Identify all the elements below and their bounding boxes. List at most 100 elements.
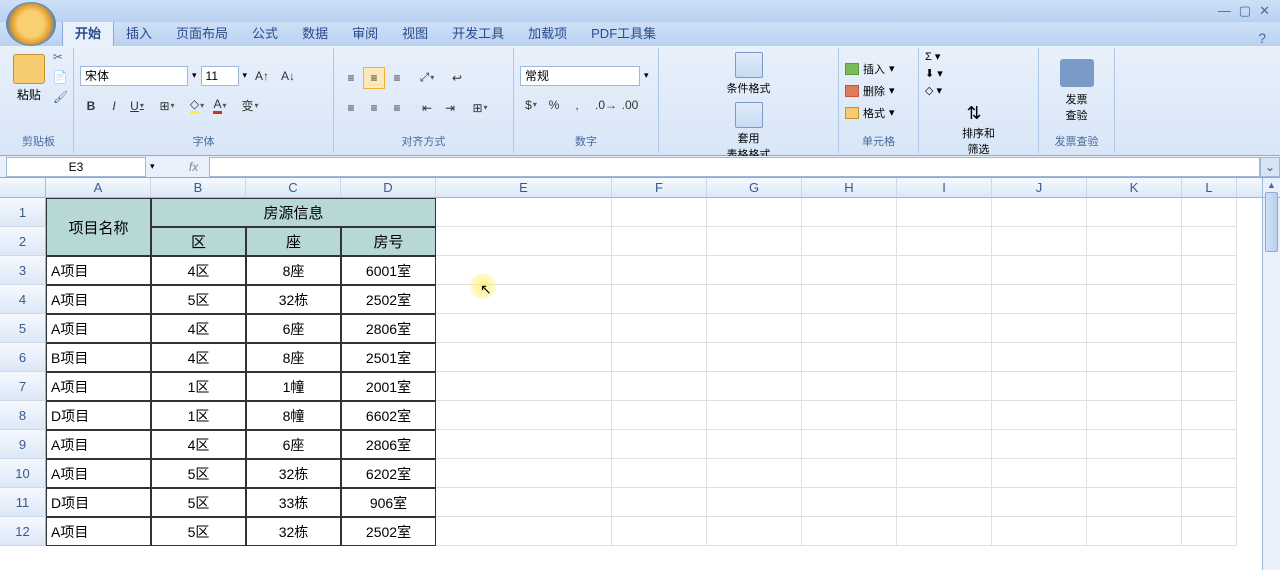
- cell[interactable]: [436, 285, 612, 314]
- fill-color-button[interactable]: ◇: [186, 95, 208, 117]
- col-header-G[interactable]: G: [707, 178, 802, 197]
- tab-审阅[interactable]: 审阅: [340, 19, 390, 46]
- cell[interactable]: [436, 372, 612, 401]
- number-format-input[interactable]: [520, 66, 640, 86]
- increase-indent-icon[interactable]: ⇥: [439, 97, 461, 119]
- cell[interactable]: [707, 459, 802, 488]
- format-cells-button[interactable]: 格式 ▾: [845, 104, 912, 122]
- cell[interactable]: [992, 517, 1087, 546]
- cell[interactable]: [436, 343, 612, 372]
- col-header-A[interactable]: A: [46, 178, 151, 197]
- cell[interactable]: [707, 343, 802, 372]
- cell[interactable]: [992, 227, 1087, 256]
- cell[interactable]: 区: [151, 227, 246, 256]
- row-header-7[interactable]: 7: [0, 372, 46, 401]
- font-name-input[interactable]: [80, 66, 188, 86]
- conditional-format-button[interactable]: 条件格式: [665, 50, 832, 98]
- percent-icon[interactable]: %: [543, 94, 565, 116]
- cell[interactable]: 2502室: [341, 517, 436, 546]
- tab-PDF工具集[interactable]: PDF工具集: [579, 19, 668, 46]
- row-header-3[interactable]: 3: [0, 256, 46, 285]
- cell[interactable]: 32栋: [246, 459, 341, 488]
- cell[interactable]: [436, 430, 612, 459]
- restore-icon[interactable]: ▢: [1239, 3, 1251, 19]
- row-header-10[interactable]: 10: [0, 459, 46, 488]
- wrap-text-icon[interactable]: ↩: [446, 67, 468, 89]
- border-button[interactable]: ⊞: [156, 95, 178, 117]
- cell[interactable]: [802, 488, 897, 517]
- cell[interactable]: 8座: [246, 343, 341, 372]
- cell[interactable]: [897, 517, 992, 546]
- cell[interactable]: [897, 314, 992, 343]
- row-header-6[interactable]: 6: [0, 343, 46, 372]
- office-button[interactable]: [6, 2, 56, 46]
- cell[interactable]: [1182, 372, 1237, 401]
- delete-cells-button[interactable]: 删除 ▾: [845, 82, 912, 100]
- italic-button[interactable]: I: [103, 95, 125, 117]
- cell[interactable]: [897, 459, 992, 488]
- cell[interactable]: 2806室: [341, 314, 436, 343]
- cell[interactable]: [802, 285, 897, 314]
- fx-icon[interactable]: fx: [185, 160, 203, 174]
- cell[interactable]: [897, 256, 992, 285]
- scroll-thumb[interactable]: [1265, 192, 1278, 252]
- cell[interactable]: [1087, 430, 1182, 459]
- cell[interactable]: [1182, 198, 1237, 227]
- row-header-9[interactable]: 9: [0, 430, 46, 459]
- paste-button[interactable]: 粘贴: [9, 50, 49, 131]
- tab-数据[interactable]: 数据: [290, 19, 340, 46]
- cell[interactable]: [897, 372, 992, 401]
- cell[interactable]: [1087, 343, 1182, 372]
- col-header-F[interactable]: F: [612, 178, 707, 197]
- cell[interactable]: 2502室: [341, 285, 436, 314]
- cell[interactable]: [707, 285, 802, 314]
- cell[interactable]: [897, 285, 992, 314]
- cell[interactable]: [436, 198, 612, 227]
- cell[interactable]: [612, 401, 707, 430]
- cell[interactable]: [992, 401, 1087, 430]
- cell[interactable]: A项目: [46, 256, 151, 285]
- cell[interactable]: [436, 488, 612, 517]
- cell[interactable]: [802, 227, 897, 256]
- align-top-icon[interactable]: ≡: [340, 67, 362, 89]
- cell[interactable]: [1087, 401, 1182, 430]
- cell[interactable]: B项目: [46, 343, 151, 372]
- cell[interactable]: [707, 430, 802, 459]
- cell[interactable]: [436, 227, 612, 256]
- help-icon[interactable]: ?: [1258, 30, 1280, 46]
- size-dropdown-icon[interactable]: ▾: [243, 70, 248, 81]
- cell[interactable]: [897, 488, 992, 517]
- cell[interactable]: [802, 314, 897, 343]
- cell[interactable]: [707, 314, 802, 343]
- cell[interactable]: [802, 256, 897, 285]
- invoice-check-button[interactable]: 发票 查验: [1045, 55, 1108, 127]
- tab-视图[interactable]: 视图: [390, 19, 440, 46]
- cell[interactable]: A项目: [46, 517, 151, 546]
- cell[interactable]: 房号: [341, 227, 436, 256]
- cell[interactable]: [802, 401, 897, 430]
- cell[interactable]: [802, 430, 897, 459]
- comma-icon[interactable]: ,: [566, 94, 588, 116]
- formula-input[interactable]: [209, 157, 1260, 177]
- cell[interactable]: [1087, 372, 1182, 401]
- vertical-scrollbar[interactable]: ▲: [1262, 178, 1280, 570]
- cell[interactable]: [612, 227, 707, 256]
- cell[interactable]: 906室: [341, 488, 436, 517]
- cell[interactable]: [992, 314, 1087, 343]
- cell[interactable]: [1182, 517, 1237, 546]
- currency-icon[interactable]: $: [520, 94, 542, 116]
- col-header-H[interactable]: H: [802, 178, 897, 197]
- cell[interactable]: [612, 198, 707, 227]
- cell[interactable]: [1182, 285, 1237, 314]
- cell[interactable]: [1182, 401, 1237, 430]
- cell[interactable]: [1087, 285, 1182, 314]
- cell[interactable]: [802, 198, 897, 227]
- cell[interactable]: [1087, 256, 1182, 285]
- cell[interactable]: 6座: [246, 314, 341, 343]
- cell[interactable]: [802, 343, 897, 372]
- row-header-8[interactable]: 8: [0, 401, 46, 430]
- cell[interactable]: A项目: [46, 372, 151, 401]
- col-header-J[interactable]: J: [992, 178, 1087, 197]
- cell[interactable]: [992, 343, 1087, 372]
- cell[interactable]: [897, 401, 992, 430]
